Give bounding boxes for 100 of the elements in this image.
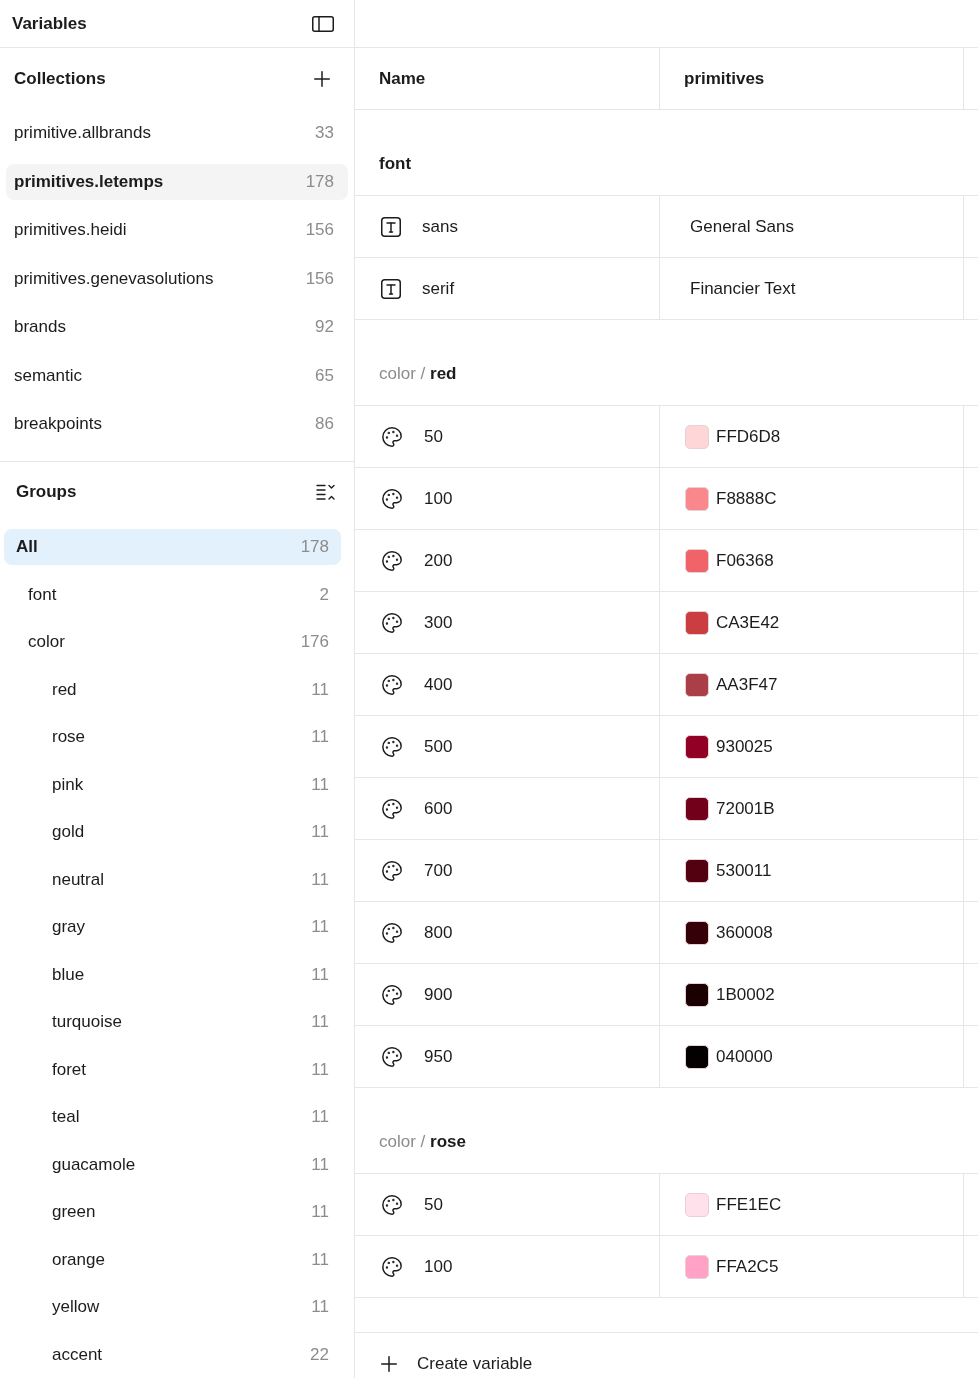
collection-item[interactable]: primitives.letemps 178 bbox=[6, 163, 348, 200]
item-count: 11 bbox=[311, 1249, 329, 1270]
group-item[interactable]: yellow 11 bbox=[4, 1289, 341, 1325]
group-item[interactable]: red 11 bbox=[4, 671, 341, 708]
collection-item[interactable]: primitive.allbrands 33 bbox=[6, 115, 348, 151]
variable-name: 100 bbox=[424, 488, 453, 509]
item-count: 65 bbox=[315, 365, 334, 386]
group-item[interactable]: gold 11 bbox=[4, 814, 341, 850]
variable-name: 100 bbox=[424, 1256, 453, 1277]
group-item[interactable]: gray 11 bbox=[4, 909, 341, 945]
group-item[interactable]: accent 22 bbox=[4, 1336, 341, 1373]
variable-value: FFD6D8 bbox=[716, 426, 781, 447]
collection-item[interactable]: semantic 65 bbox=[6, 357, 348, 394]
group-heading: font bbox=[379, 154, 412, 174]
collection-item[interactable]: primitives.genevasolutions 156 bbox=[6, 260, 348, 297]
column-header: primitives bbox=[684, 68, 765, 89]
item-count: 92 bbox=[315, 317, 334, 337]
item-count: 11 bbox=[311, 1202, 329, 1222]
variable-value: F06368 bbox=[716, 550, 774, 571]
palette-icon bbox=[381, 797, 403, 820]
item-count: 11 bbox=[311, 869, 329, 890]
plus-icon[interactable] bbox=[381, 1356, 397, 1372]
create-variable-button[interactable]: Create variable bbox=[381, 1354, 533, 1374]
text-type-icon bbox=[381, 216, 401, 237]
item-count: 22 bbox=[310, 1344, 329, 1365]
palette-icon bbox=[381, 611, 403, 634]
item-count: 11 bbox=[311, 774, 329, 795]
variable-value: 360008 bbox=[716, 922, 773, 943]
group-item[interactable]: All 178 bbox=[4, 529, 341, 565]
variable-name: 50 bbox=[424, 426, 443, 447]
add-icon[interactable] bbox=[314, 71, 330, 87]
palette-icon bbox=[381, 487, 403, 510]
variable-name: 900 bbox=[424, 984, 453, 1005]
variable-value: Financier Text bbox=[690, 278, 796, 299]
variable-name: 50 bbox=[424, 1194, 443, 1215]
item-count: 11 bbox=[311, 822, 329, 842]
variable-name: 950 bbox=[424, 1046, 453, 1067]
group-item[interactable]: rose 11 bbox=[4, 719, 341, 755]
item-count: 11 bbox=[311, 1059, 329, 1080]
group-item[interactable]: orange 11 bbox=[4, 1241, 341, 1278]
section-title: Groups bbox=[16, 482, 77, 502]
item-count: 86 bbox=[315, 414, 334, 434]
variable-value: 1B0002 bbox=[716, 984, 775, 1005]
item-count: 11 bbox=[311, 1012, 329, 1032]
collection-item[interactable]: breakpoints 86 bbox=[6, 406, 348, 442]
variable-name: serif bbox=[422, 278, 455, 299]
variable-name: 800 bbox=[424, 922, 453, 943]
variable-value: CA3E42 bbox=[716, 612, 780, 633]
variable-value: General Sans bbox=[690, 216, 794, 237]
item-count: 156 bbox=[305, 220, 334, 240]
palette-icon bbox=[381, 1193, 403, 1216]
variable-value: 930025 bbox=[716, 736, 773, 757]
item-count: 11 bbox=[311, 679, 329, 700]
palette-icon bbox=[381, 673, 403, 696]
variable-value: 72001B bbox=[716, 798, 775, 819]
group-item[interactable]: teal 11 bbox=[4, 1099, 341, 1135]
collection-item[interactable]: primitives.heidi 156 bbox=[6, 212, 348, 248]
item-count: 176 bbox=[300, 632, 329, 652]
variable-value: AA3F47 bbox=[716, 674, 778, 695]
palette-icon bbox=[381, 921, 403, 944]
palette-icon bbox=[381, 859, 403, 882]
group-item[interactable]: pink 11 bbox=[4, 766, 341, 803]
palette-icon bbox=[381, 1255, 403, 1278]
variable-value: FFE1EC bbox=[716, 1194, 782, 1215]
group-item[interactable]: green 11 bbox=[4, 1194, 341, 1230]
variable-name: 400 bbox=[424, 674, 453, 695]
item-count: 2 bbox=[319, 584, 329, 605]
variable-name: sans bbox=[422, 216, 458, 237]
group-item[interactable]: neutral 11 bbox=[4, 861, 341, 898]
palette-icon bbox=[381, 735, 403, 758]
item-count: 11 bbox=[311, 1297, 329, 1317]
variable-value: FFA2C5 bbox=[716, 1256, 779, 1277]
panel-title: Variables bbox=[12, 13, 87, 34]
group-heading: color / red bbox=[379, 364, 457, 384]
palette-icon bbox=[381, 1045, 403, 1068]
variable-value: 040000 bbox=[716, 1046, 773, 1067]
palette-icon bbox=[381, 983, 403, 1006]
group-item[interactable]: blue 11 bbox=[4, 956, 341, 993]
section-title: Collections bbox=[14, 69, 106, 89]
item-count: 11 bbox=[311, 964, 329, 985]
group-item[interactable]: color 176 bbox=[4, 624, 341, 660]
item-count: 178 bbox=[305, 171, 334, 192]
item-count: 178 bbox=[300, 537, 329, 557]
variable-value: 530011 bbox=[716, 860, 772, 881]
collection-item[interactable]: brands 92 bbox=[6, 309, 348, 345]
collapse-list-icon[interactable] bbox=[316, 483, 336, 501]
item-count: 11 bbox=[311, 917, 329, 937]
palette-icon bbox=[381, 425, 403, 448]
group-item[interactable]: foret 11 bbox=[4, 1051, 341, 1088]
variable-name: 700 bbox=[424, 860, 453, 881]
group-item[interactable]: guacamole 11 bbox=[4, 1146, 341, 1183]
variable-value: F8888C bbox=[716, 488, 777, 509]
sidebar-panel-icon[interactable] bbox=[312, 15, 334, 32]
variable-name: 600 bbox=[424, 798, 453, 819]
item-count: 11 bbox=[311, 1154, 329, 1175]
variable-name: 300 bbox=[424, 612, 453, 633]
group-item[interactable]: turquoise 11 bbox=[4, 1004, 341, 1040]
text-type-icon bbox=[381, 278, 401, 299]
group-heading: color / rose bbox=[379, 1132, 466, 1152]
group-item[interactable]: font 2 bbox=[4, 576, 341, 613]
